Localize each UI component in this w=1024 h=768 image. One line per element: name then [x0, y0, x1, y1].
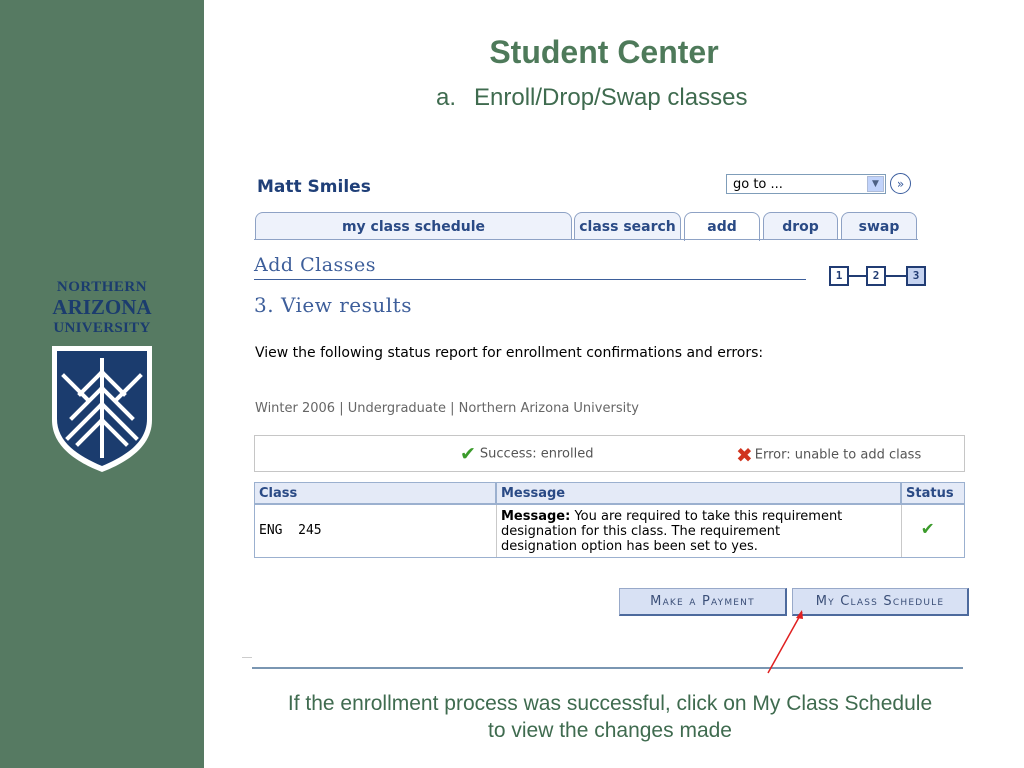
slide-caption: If the enrollment process was successful… — [250, 690, 970, 744]
caption-line-1: If the enrollment process was successful… — [287, 692, 933, 715]
caption-line-2: to view the changes made — [488, 719, 732, 742]
callout-arrow — [767, 610, 803, 674]
